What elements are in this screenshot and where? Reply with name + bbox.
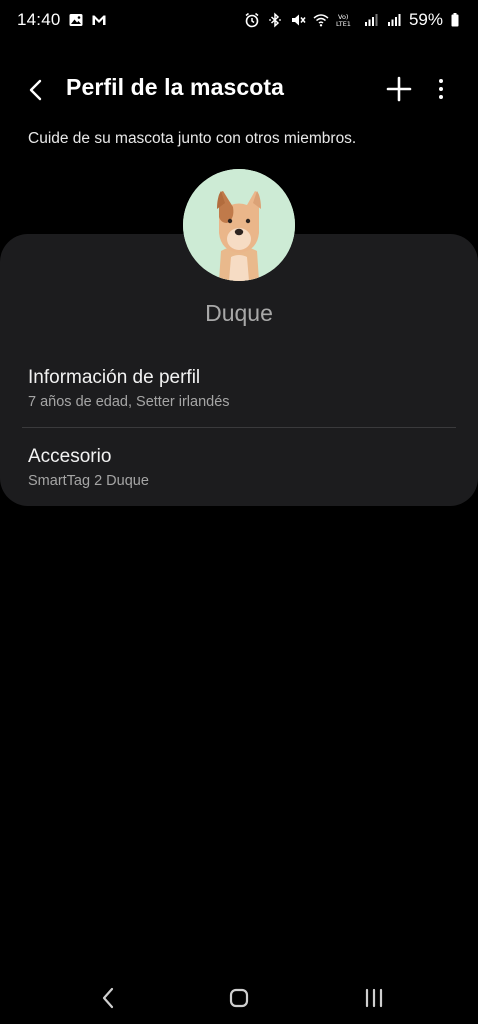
volte-icon: Vo) LTE1 <box>336 12 356 28</box>
dog-icon <box>183 169 295 281</box>
profile-info-item[interactable]: Información de perfil 7 años de edad, Se… <box>0 350 478 428</box>
more-vertical-icon <box>439 79 443 99</box>
plus-icon <box>386 76 412 102</box>
status-bar: 14:40 Vo) LTE1 59% <box>0 0 478 40</box>
status-time: 14:40 <box>17 10 61 29</box>
accessory-item[interactable]: Accesorio SmartTag 2 Duque <box>0 429 478 507</box>
alarm-icon <box>244 12 260 28</box>
nav-back-icon <box>102 987 114 1009</box>
back-button[interactable] <box>22 76 50 104</box>
add-button[interactable] <box>385 75 413 103</box>
item-title: Información de perfil <box>28 367 201 388</box>
nav-recents-icon <box>365 988 383 1008</box>
navigation-bar <box>0 972 478 1024</box>
gallery-icon <box>68 12 84 28</box>
status-right: Vo) LTE1 59% <box>244 10 460 30</box>
signal-icon <box>386 12 402 28</box>
item-title: Accesorio <box>28 446 112 467</box>
status-left: 14:40 <box>17 10 107 30</box>
item-subtitle: SmartTag 2 Duque <box>28 473 149 489</box>
more-options-button[interactable] <box>430 75 452 103</box>
svg-text:LTE1: LTE1 <box>336 20 351 28</box>
page-title: Perfil de la mascota <box>66 74 285 100</box>
pet-name: Duque <box>205 300 273 326</box>
screen: 14:40 Vo) LTE1 59% Perfil de la mascota … <box>0 0 478 1024</box>
bluetooth-icon <box>267 12 283 28</box>
pet-avatar[interactable] <box>183 169 295 281</box>
item-subtitle: 7 años de edad, Setter irlandés <box>28 394 230 410</box>
nav-home-icon <box>229 988 249 1008</box>
gmail-icon <box>91 12 107 28</box>
battery-percent: 59% <box>408 10 443 29</box>
battery-icon <box>450 12 460 28</box>
page-subtitle: Cuide de su mascota junto con otros miem… <box>28 130 357 147</box>
nav-recents-button[interactable] <box>359 984 389 1012</box>
signal-icon <box>363 12 379 28</box>
mute-icon <box>290 12 306 28</box>
app-bar: Perfil de la mascota <box>0 66 478 112</box>
chevron-left-icon <box>29 79 42 101</box>
wifi-icon <box>313 12 329 28</box>
nav-home-button[interactable] <box>224 984 254 1012</box>
nav-back-button[interactable] <box>93 984 123 1012</box>
divider <box>22 427 456 428</box>
